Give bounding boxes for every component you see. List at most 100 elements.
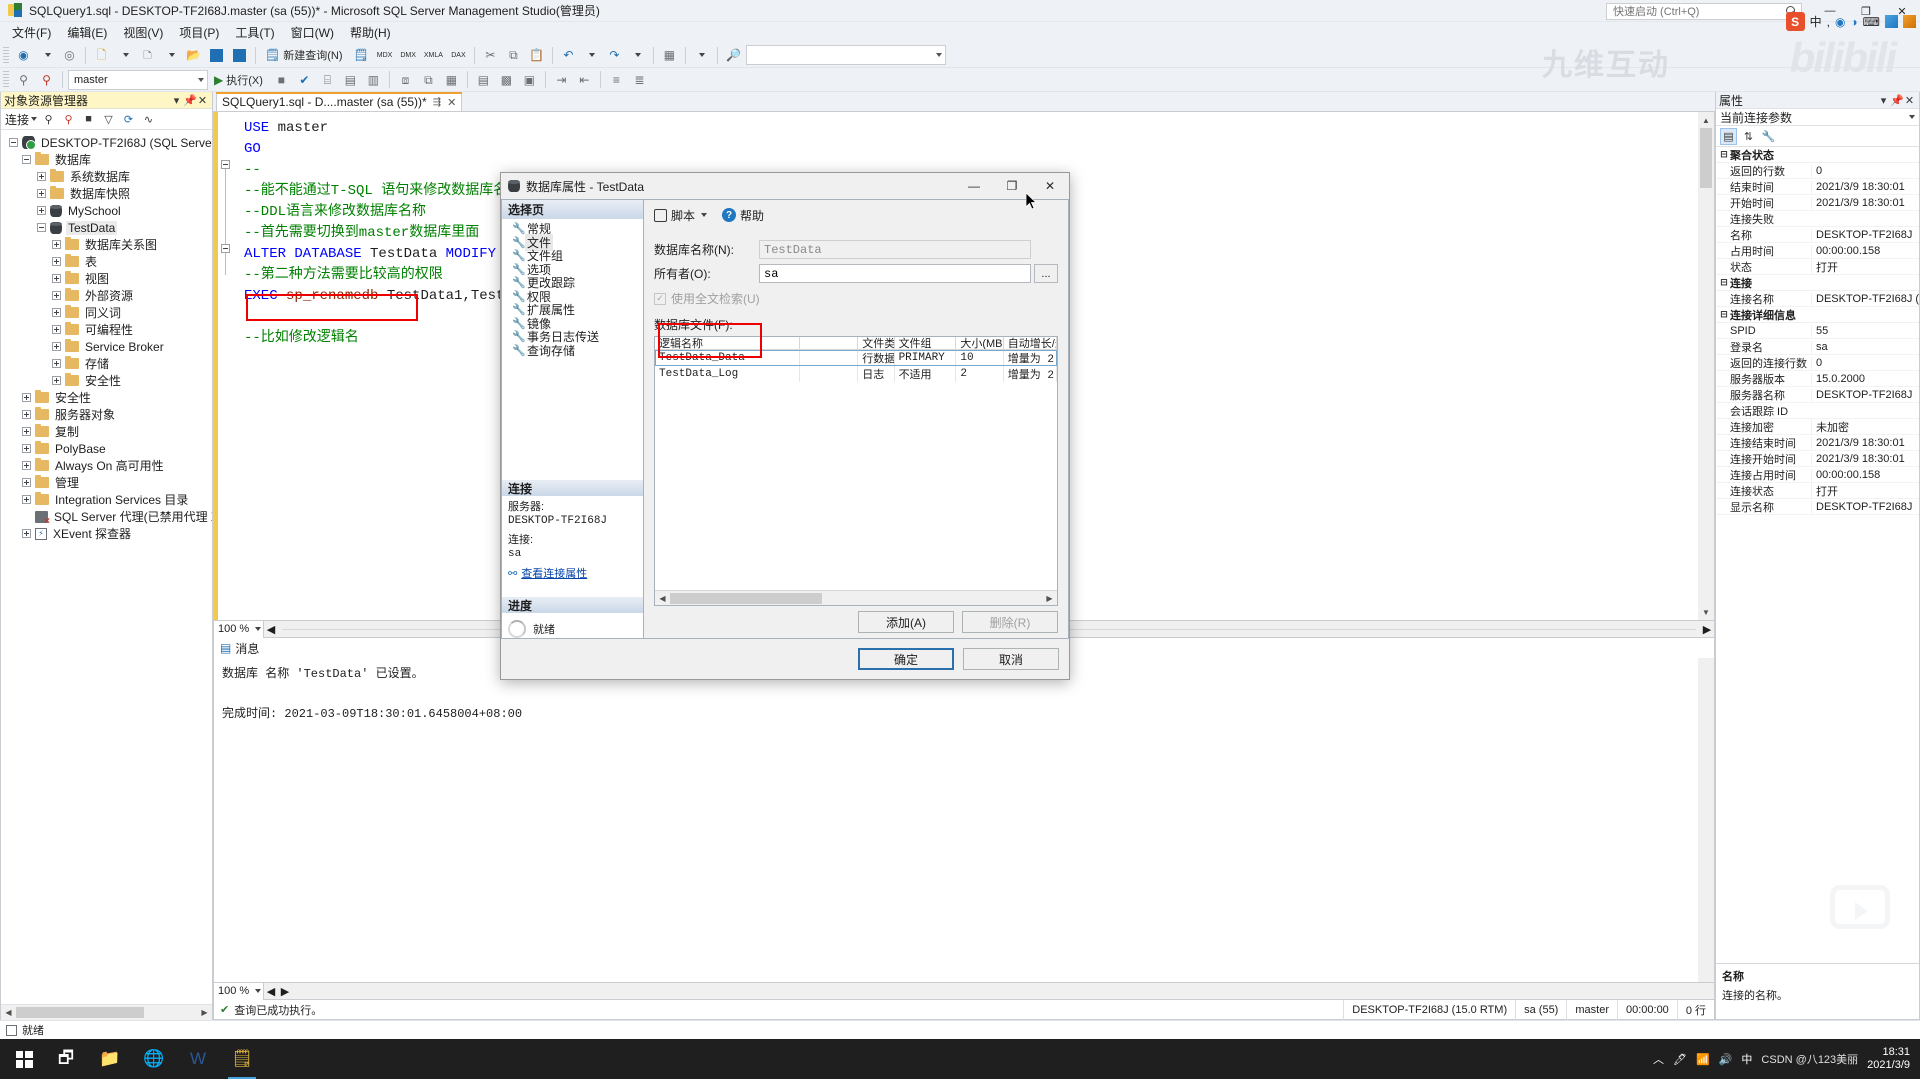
tree-item[interactable]: PolyBase bbox=[1, 440, 212, 457]
property-group-header[interactable]: ⊟ 连接详细信息 bbox=[1716, 307, 1919, 323]
browser-button[interactable]: 🌐 bbox=[132, 1039, 176, 1079]
tree-item[interactable]: DESKTOP-TF2I68J (SQL Server 15.0 bbox=[1, 134, 212, 151]
property-group-header[interactable]: ⊟ 聚合状态 bbox=[1716, 147, 1919, 163]
outline-collapse-1[interactable] bbox=[221, 160, 230, 169]
toolbar2-grip[interactable] bbox=[3, 71, 9, 88]
oe-connect-icon[interactable]: ⚲ bbox=[40, 111, 57, 128]
owner-input[interactable] bbox=[759, 264, 1031, 283]
grid-scroll-thumb[interactable] bbox=[670, 592, 822, 604]
property-row[interactable]: 名称 DESKTOP-TF2I68J bbox=[1716, 227, 1919, 243]
tree-item[interactable]: 外部资源 bbox=[1, 287, 212, 304]
oe-activity-icon[interactable]: ∿ bbox=[140, 111, 157, 128]
property-row[interactable]: 服务器名称 DESKTOP-TF2I68J bbox=[1716, 387, 1919, 403]
expand-icon[interactable] bbox=[20, 425, 33, 438]
tree-item[interactable]: TestData bbox=[1, 219, 212, 236]
oe-close-icon[interactable]: ✕ bbox=[196, 94, 209, 107]
tree-item[interactable]: 数据库 bbox=[1, 151, 212, 168]
add-file-button[interactable]: 添加(A) bbox=[858, 611, 954, 633]
grid-column-header[interactable]: 自动增长/最大大小 bbox=[1004, 337, 1058, 349]
expand-icon[interactable] bbox=[50, 272, 63, 285]
property-row[interactable]: 连接失败 bbox=[1716, 211, 1919, 227]
expand-icon[interactable] bbox=[20, 527, 33, 540]
oe-horizontal-scrollbar[interactable]: ◀ ▶ bbox=[1, 1004, 212, 1020]
grid-horizontal-scrollbar[interactable]: ◀ ▶ bbox=[655, 590, 1057, 605]
tree-item[interactable]: 表 bbox=[1, 253, 212, 270]
select-page-list[interactable]: 🔧 常规 🔧 文件 🔧 文件组 🔧 选项 🔧 更改跟踪 🔧 权限 🔧 扩展属性 🔧 镜像 🔧 事务日志传送 🔧 查询存… bbox=[502, 219, 643, 472]
open-file-button[interactable]: 📂 bbox=[183, 45, 204, 66]
tree-item[interactable]: SQL Server 代理(已禁用代理 XP) bbox=[1, 508, 212, 527]
property-row[interactable]: 返回的行数 0 bbox=[1716, 163, 1919, 179]
navigate-back-button[interactable]: ◉ bbox=[13, 45, 34, 66]
select-page-item[interactable]: 🔧 文件 bbox=[502, 233, 643, 251]
group-collapse-icon[interactable]: ⊟ bbox=[1718, 277, 1730, 288]
tree-item[interactable]: 同义词 bbox=[1, 304, 212, 321]
display-estimated-plan-button[interactable]: ⌸ bbox=[317, 69, 338, 90]
stop-button[interactable]: ■ bbox=[271, 69, 292, 90]
grid-rows[interactable]: TestData_Data 行数据 PRIMARY 10 增量为 2 TestData_L… bbox=[655, 350, 1058, 382]
script-dropdown-icon[interactable] bbox=[701, 213, 708, 217]
expand-icon[interactable] bbox=[20, 442, 33, 455]
editor-scroll-track[interactable] bbox=[1698, 128, 1714, 604]
tree-item[interactable]: 存储 bbox=[1, 355, 212, 372]
grid-cell-autogrowth[interactable]: 增量为 2 bbox=[1004, 366, 1058, 382]
include-actual-plan-button[interactable]: ▥ bbox=[363, 69, 384, 90]
connect-object-explorer-button[interactable]: ⚲ bbox=[13, 69, 34, 90]
expand-icon[interactable] bbox=[20, 493, 33, 506]
quick-launch-box[interactable] bbox=[1606, 3, 1802, 20]
disconnect-button[interactable]: ⚲ bbox=[36, 69, 57, 90]
start-button[interactable] bbox=[4, 1039, 44, 1079]
property-row[interactable]: 结束时间 2021/3/9 18:30:01 bbox=[1716, 179, 1919, 195]
select-page-item[interactable]: 🔧 常规 bbox=[502, 222, 643, 236]
property-group-header[interactable]: ⊟ 连接 bbox=[1716, 275, 1919, 291]
editor-zoom-box[interactable]: 100 % bbox=[214, 620, 264, 638]
messages-zoom-box[interactable]: 100 % bbox=[214, 982, 264, 1000]
editor-scroll-thumb[interactable] bbox=[1700, 128, 1712, 188]
select-page-item[interactable]: 🔧 更改跟踪 bbox=[502, 276, 643, 290]
tray-expand-icon[interactable]: ︿ bbox=[1653, 1051, 1664, 1067]
view-connection-properties-link[interactable]: 查看连接属性 bbox=[521, 567, 587, 581]
oe-connect-button[interactable]: 连接 bbox=[5, 111, 38, 128]
copy-button[interactable]: ⧉ bbox=[503, 45, 524, 66]
ime-mode-label[interactable]: 中 bbox=[1810, 13, 1822, 30]
tray-ime-icon[interactable]: 中 bbox=[1741, 1051, 1752, 1067]
grid-scroll-left-icon[interactable]: ◀ bbox=[655, 591, 670, 606]
increase-indent-button[interactable]: ≡ bbox=[606, 69, 627, 90]
properties-pages-icon[interactable]: 🔧 bbox=[1760, 128, 1777, 145]
grid-cell-autogrowth[interactable]: 增量为 2 bbox=[1004, 350, 1058, 366]
oe-refresh-icon[interactable]: ⟳ bbox=[120, 111, 137, 128]
expand-icon[interactable] bbox=[50, 306, 63, 319]
property-row[interactable]: 返回的连接行数 0 bbox=[1716, 355, 1919, 371]
properties-list[interactable]: ⊟ 聚合状态 返回的行数 0 结束时间 2021/3/9 18:30:01 开始时间 2021… bbox=[1716, 147, 1919, 963]
tree-item[interactable]: 数据库关系图 bbox=[1, 236, 212, 253]
group-collapse-icon[interactable]: ⊟ bbox=[1718, 309, 1730, 320]
new-analysis-query-button[interactable]: 🗒 bbox=[351, 45, 372, 66]
include-live-stats-button[interactable]: ⧈ bbox=[395, 69, 416, 90]
tree-item[interactable]: 安全性 bbox=[1, 372, 212, 389]
expand-icon[interactable] bbox=[50, 255, 63, 268]
property-row[interactable]: 显示名称 DESKTOP-TF2I68J bbox=[1716, 499, 1919, 515]
oe-filter-icon[interactable]: ▽ bbox=[100, 111, 117, 128]
grid-cell-file-type[interactable]: 日志 bbox=[858, 366, 895, 382]
object-explorer-tree[interactable]: DESKTOP-TF2I68J (SQL Server 15.0 数据库系统数据库… bbox=[1, 130, 212, 1004]
properties-alphabetical-icon[interactable]: ⇅ bbox=[1740, 128, 1757, 145]
show-diagram-pane-button[interactable]: ▦ bbox=[659, 45, 680, 66]
expand-icon[interactable] bbox=[35, 187, 48, 200]
menu-view[interactable]: 视图(V) bbox=[115, 22, 171, 43]
tab-pin-icon[interactable]: ⇶ bbox=[433, 97, 441, 108]
cut-button[interactable]: ✂ bbox=[480, 45, 501, 66]
editor-vertical-scrollbar[interactable]: ▲ ▼ bbox=[1698, 112, 1714, 620]
tree-item[interactable]: MySchool bbox=[1, 202, 212, 219]
script-button[interactable]: 脚本 bbox=[654, 207, 708, 224]
tree-item[interactable]: 安全性 bbox=[1, 389, 212, 406]
help-button[interactable]: ? 帮助 bbox=[722, 207, 764, 224]
redo-button[interactable]: ↷ bbox=[604, 45, 625, 66]
tab-sqlquery1[interactable]: SQLQuery1.sql - D....master (sa (55))* ⇶… bbox=[216, 92, 463, 111]
oe-scroll-thumb[interactable] bbox=[16, 1006, 144, 1018]
dialog-close-button[interactable]: ✕ bbox=[1031, 173, 1069, 199]
tray-network-icon[interactable]: 📶 bbox=[1696, 1053, 1710, 1066]
property-row[interactable]: 连接加密 未加密 bbox=[1716, 418, 1919, 435]
expand-icon[interactable] bbox=[20, 459, 33, 472]
collapse-icon[interactable] bbox=[35, 221, 48, 234]
grid-row[interactable]: TestData_Log 日志 不适用 2 增量为 2 bbox=[655, 366, 1058, 382]
menu-file[interactable]: 文件(F) bbox=[4, 22, 59, 43]
